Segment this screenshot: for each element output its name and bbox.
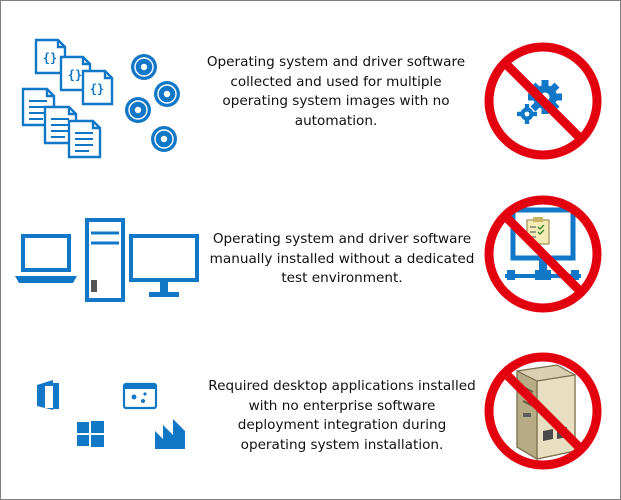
disc-icon: [154, 81, 180, 107]
caption-line: collected and used for multiple: [230, 73, 442, 90]
prohibited-server: [484, 352, 602, 470]
visual-studio-icon: [155, 419, 185, 449]
desktop-apps-art: [37, 380, 185, 449]
laptop-icon: [15, 234, 77, 283]
code-file-glyph: {}: [90, 82, 104, 96]
caption-line: Required desktop applications installed: [208, 378, 476, 394]
code-file-glyph: {}: [68, 68, 82, 82]
caption-line: manually installed without a dedicated: [209, 250, 475, 267]
caption-line: with no enterprise software: [248, 397, 436, 414]
code-file-glyph: {}: [43, 51, 57, 65]
caption-line: operating system images with no: [222, 93, 450, 109]
caption-line: Operating system and driver software: [206, 54, 466, 70]
caption-line: Operating system and driver software: [212, 231, 472, 247]
row-desktop-apps: Required desktop applications installed …: [1, 321, 620, 499]
disc-icon: [151, 126, 177, 152]
disc-icon: [125, 97, 151, 123]
office-icon: [37, 380, 59, 410]
manual-install-art: [15, 218, 199, 302]
disc-icon: [131, 54, 157, 80]
caption-line: test environment.: [281, 270, 403, 286]
network-checklist-icon: [505, 207, 581, 280]
collected-software-art: {} {} {}: [21, 38, 180, 159]
caption-line: automation.: [294, 112, 378, 129]
row-os-driver-collection: {} {} {} Operating system and driver sof…: [1, 1, 620, 166]
caption-line: deployment integration during: [237, 417, 447, 433]
caption-desktop-apps: Required desktop applications installed …: [197, 377, 487, 455]
row-manual-install: Operating system and driver software man…: [1, 166, 620, 321]
tower-pc-icon: [85, 218, 125, 302]
caption-line: operating system installation.: [240, 436, 444, 453]
caption-manual-install: Operating system and driver software man…: [197, 230, 487, 289]
prohibited-gears: [484, 42, 602, 160]
monitor-icon: [129, 234, 199, 297]
prohibition-sign: [484, 42, 602, 160]
prohibition-sign: [484, 195, 602, 313]
prohibited-network: [484, 195, 602, 313]
app-window-icon: [122, 382, 158, 410]
windows-icon: [77, 421, 104, 447]
diagram-frame: {} {} {} Operating system and driver sof…: [0, 0, 621, 500]
document-icon: [67, 119, 102, 159]
caption-os-driver-collection: Operating system and driver software col…: [191, 53, 481, 131]
